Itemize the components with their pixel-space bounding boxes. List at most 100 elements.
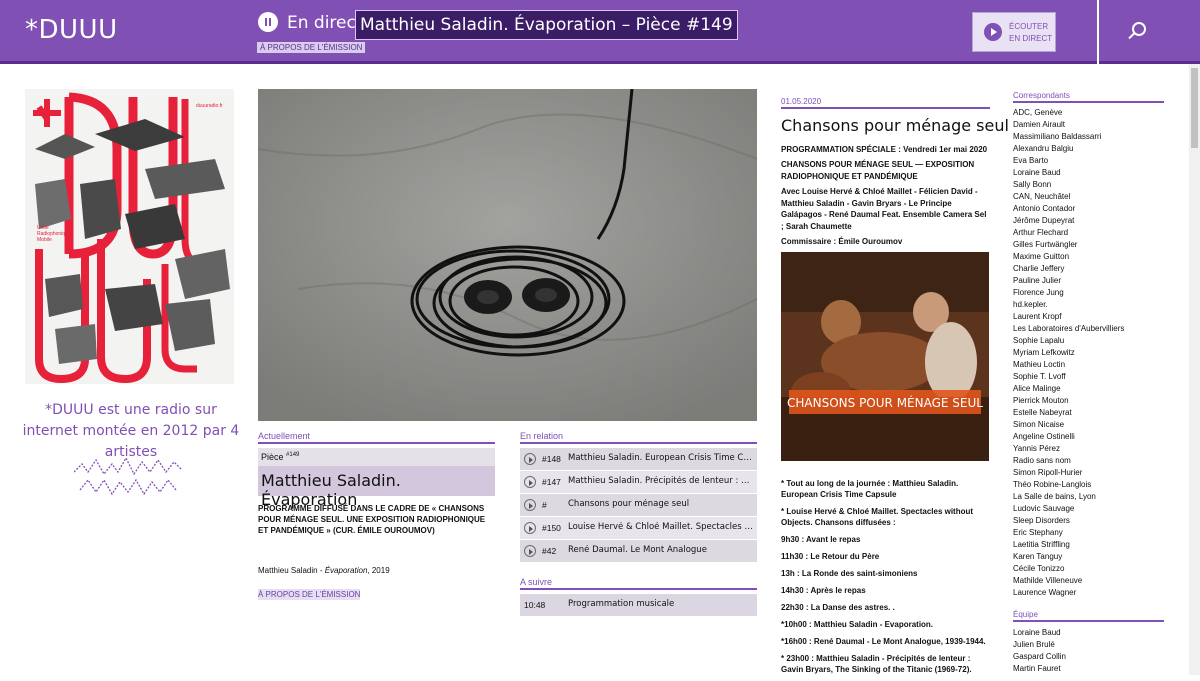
correspondant-link[interactable]: Simon Ripoll-Hurier: [1013, 467, 1173, 479]
correspondant-link[interactable]: Estelle Nabeyrat: [1013, 407, 1173, 419]
correspondant-link[interactable]: Mathilde Villeneuve: [1013, 575, 1173, 587]
pause-icon[interactable]: [258, 12, 278, 32]
correspondant-link[interactable]: Massimiliano Baldassarri: [1013, 131, 1173, 143]
correspondant-link[interactable]: Simon Nicaise: [1013, 419, 1173, 431]
correspondant-link[interactable]: Alice Malinge: [1013, 383, 1173, 395]
correspondant-link[interactable]: Laurent Kropf: [1013, 311, 1173, 323]
top-bar: *DUUU En direct : Matthieu Saladin. Évap…: [0, 0, 1200, 64]
listen-live-button[interactable]: ÉCOUTER EN DIRECT: [972, 12, 1056, 52]
correspondant-link[interactable]: Sleep Disorders: [1013, 515, 1173, 527]
equipe-link[interactable]: Martin Fauret: [1013, 663, 1173, 675]
correspondant-link[interactable]: Angeline Ostinelli: [1013, 431, 1173, 443]
correspondant-link[interactable]: Mathieu Loctin: [1013, 359, 1173, 371]
correspondant-link[interactable]: Laetitia Striffling: [1013, 539, 1173, 551]
correspondant-link[interactable]: Cécile Tonizzo: [1013, 563, 1173, 575]
play-icon[interactable]: [524, 545, 536, 557]
equipe-link[interactable]: Loraine Baud: [1013, 627, 1173, 639]
svg-text:Mobile: Mobile: [37, 237, 52, 243]
correspondant-link[interactable]: Charlie Jeffery: [1013, 263, 1173, 275]
about-show-link[interactable]: À PROPOS DE L'ÉMISSION: [257, 42, 366, 53]
piece-number-label: Pièce #149: [258, 448, 495, 466]
correspondant-link[interactable]: CAN, Neuchâtel: [1013, 191, 1173, 203]
correspondant-link[interactable]: Karen Tanguy: [1013, 551, 1173, 563]
about-show-link-bottom[interactable]: À PROPOS DE L'ÉMISSION: [258, 589, 361, 600]
scrollbar-thumb[interactable]: [1191, 68, 1198, 148]
next-section-divider: [520, 588, 757, 590]
equipe-link[interactable]: Gaspard Collin: [1013, 651, 1173, 663]
related-item[interactable]: #148 Matthieu Saladin. European Crisis Ti…: [520, 448, 757, 471]
correspondants-divider: [1013, 101, 1164, 103]
related-item[interactable]: #150 Louise Hervé & Chloé Maillet. Specta…: [520, 517, 757, 540]
play-icon[interactable]: [524, 476, 536, 488]
correspondant-link[interactable]: La Salle de bains, Lyon: [1013, 491, 1173, 503]
article-divider: [781, 107, 990, 109]
equipe-list: Loraine Baud Julien Brulé Gaspard Collin…: [1013, 627, 1173, 675]
correspondant-link[interactable]: Loraine Baud: [1013, 167, 1173, 179]
correspondant-link[interactable]: Sophie T. Lvoff: [1013, 371, 1173, 383]
correspondant-link[interactable]: Pierrick Mouton: [1013, 395, 1173, 407]
correspondant-link[interactable]: hd.kepler.: [1013, 299, 1173, 311]
correspondant-link[interactable]: ADC, Genève: [1013, 107, 1173, 119]
correspondant-link[interactable]: Jérôme Dupeyrat: [1013, 215, 1173, 227]
related-item[interactable]: #42 René Daumal. Le Mont Analogue: [520, 540, 757, 563]
correspondant-link[interactable]: Eric Stephany: [1013, 527, 1173, 539]
zigzag-decoration: [74, 456, 183, 496]
correspondant-link[interactable]: Laurence Wagner: [1013, 587, 1173, 599]
current-section-divider: [258, 442, 495, 444]
episode-photo: [258, 89, 757, 421]
play-icon[interactable]: [524, 522, 536, 534]
live-title[interactable]: Matthieu Saladin. Évaporation – Pièce #1…: [355, 10, 738, 40]
correspondant-link[interactable]: Gilles Furtwängler: [1013, 239, 1173, 251]
correspondant-link[interactable]: Arthur Flechard: [1013, 227, 1173, 239]
article-date: 01.05.2020: [781, 97, 822, 106]
current-piece-title[interactable]: Matthieu Saladin. Évaporation: [258, 466, 495, 509]
next-item[interactable]: 10:48 Programmation musicale: [520, 594, 757, 616]
program-description: PROGRAMME DIFFUSÉ DANS LE CADRE DE « CHA…: [258, 504, 486, 535]
related-list: #148 Matthieu Saladin. European Crisis Ti…: [520, 448, 757, 563]
next-title: Programmation musicale: [568, 599, 675, 609]
related-section-title: En relation: [520, 431, 564, 441]
search-icon[interactable]: [1132, 22, 1146, 36]
current-piece[interactable]: Pièce #149 Matthieu Saladin. Évaporation: [258, 448, 495, 509]
svg-text:duuuradio.fr: duuuradio.fr: [196, 103, 223, 109]
piece-credit: Matthieu Saladin - Évaporation, 2019: [258, 566, 390, 575]
equipe-link[interactable]: Julien Brulé: [1013, 639, 1173, 651]
current-section-title: Actuellement: [258, 431, 311, 441]
correspondant-link[interactable]: Yannis Pérez: [1013, 443, 1173, 455]
related-section-divider: [520, 442, 757, 444]
related-item[interactable]: #147 Matthieu Saladin. Précipités de lent…: [520, 471, 757, 494]
article-line-1: PROGRAMMATION SPÉCIALE : Vendredi 1er ma…: [781, 145, 988, 154]
next-section-title: A suivre: [520, 577, 553, 587]
correspondant-link[interactable]: Maxime Guitton: [1013, 251, 1173, 263]
correspondant-link[interactable]: Damien Airault: [1013, 119, 1173, 131]
correspondant-link[interactable]: Eva Barto: [1013, 155, 1173, 167]
correspondant-link[interactable]: Myriam Lefkowitz: [1013, 347, 1173, 359]
exhibition-cover: CHANSONS POUR MÉNAGE SEUL: [781, 252, 989, 461]
radio-poster[interactable]: duuuradio.fr Unité Radiophonique Mobile: [25, 89, 234, 384]
correspondant-link[interactable]: Sophie Lapalu: [1013, 335, 1173, 347]
correspondant-link[interactable]: Théo Robine-Langlois: [1013, 479, 1173, 491]
correspondant-link[interactable]: Radio sans nom: [1013, 455, 1173, 467]
correspondant-link[interactable]: Sally Bonn: [1013, 179, 1173, 191]
play-icon: [984, 23, 1002, 41]
correspondant-link[interactable]: Alexandru Balgiu: [1013, 143, 1173, 155]
correspondant-link[interactable]: Ludovic Sauvage: [1013, 503, 1173, 515]
equipe-divider: [1013, 620, 1164, 622]
correspondant-link[interactable]: Florence Jung: [1013, 287, 1173, 299]
play-icon[interactable]: [524, 453, 536, 465]
correspondant-link[interactable]: Antonio Contador: [1013, 203, 1173, 215]
correspondant-link[interactable]: Les Laboratoires d'Aubervilliers: [1013, 323, 1173, 335]
correspondants-title: Correspondants: [1013, 91, 1070, 100]
header-divider: [1097, 0, 1099, 64]
equipe-title: Équipe: [1013, 610, 1038, 619]
svg-text:CHANSONS POUR MÉNAGE SEUL: CHANSONS POUR MÉNAGE SEUL: [787, 395, 983, 410]
listen-live-label: ÉCOUTER EN DIRECT: [1009, 22, 1053, 43]
article-line-3: Avec Louise Hervé & Chloé Maillet - Féli…: [781, 187, 987, 231]
page-scrollbar[interactable]: [1189, 64, 1200, 675]
site-logo[interactable]: *DUUU: [25, 15, 118, 45]
play-icon[interactable]: [524, 499, 536, 511]
article-title: Chansons pour ménage seul: [781, 116, 1009, 135]
related-item[interactable]: # Chansons pour ménage seul: [520, 494, 757, 517]
correspondant-link[interactable]: Pauline Julier: [1013, 275, 1173, 287]
article-line-4: Commissaire : Émile Ouroumov: [781, 237, 903, 246]
